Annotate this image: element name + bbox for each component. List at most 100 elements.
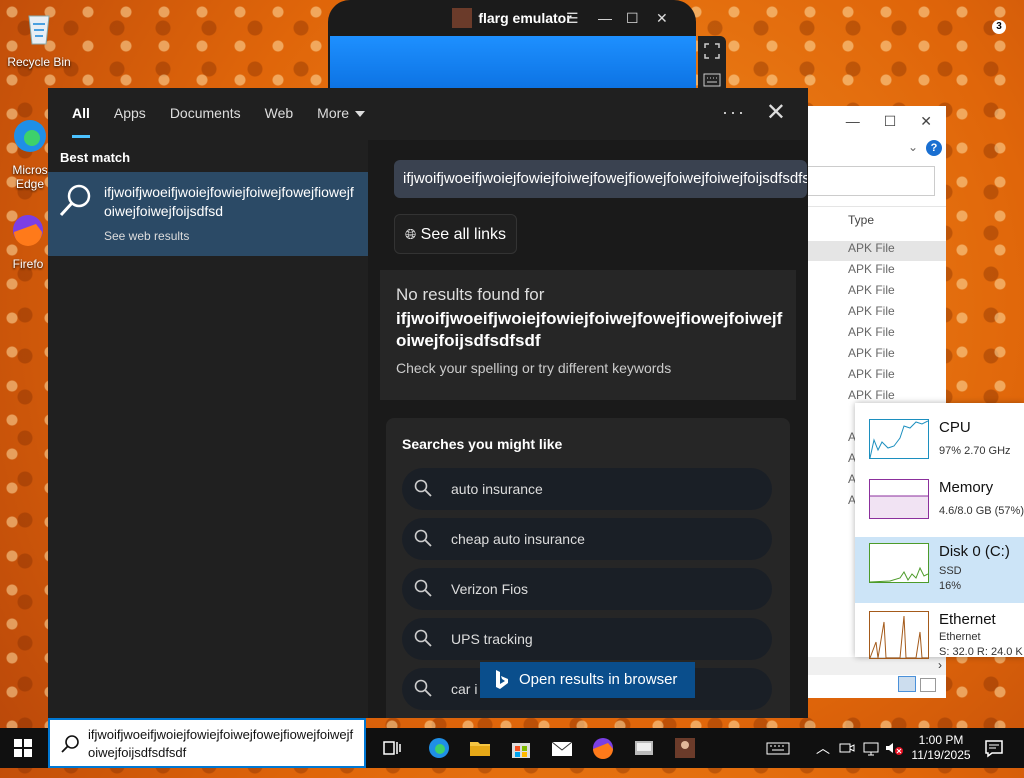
- system-clock[interactable]: 1:00 PM 11/19/2025: [906, 733, 976, 763]
- tiles-view-icon[interactable]: [920, 678, 937, 692]
- perf-detail: 4.6/8.0 GB (57%): [939, 505, 1024, 517]
- query-header: ifjwoifjwoeifjwoiejfowiejfoiwejfowejfiow…: [394, 160, 807, 198]
- firefox-icon[interactable]: [591, 736, 615, 760]
- search-icon: [61, 735, 79, 753]
- tab-web[interactable]: Web: [253, 88, 306, 138]
- search-panel: All Apps Documents Web More ··· ✕ Best m…: [48, 88, 808, 718]
- tab-apps[interactable]: Apps: [102, 88, 158, 138]
- suggestion-item[interactable]: cheap auto insurance: [402, 518, 772, 560]
- search-tabs: All Apps Documents Web More: [48, 88, 808, 138]
- emulator-window: flarg emulator ☰ — ☐ ✕: [328, 0, 696, 96]
- keyboard-icon[interactable]: [703, 72, 721, 88]
- file-explorer-icon[interactable]: [468, 736, 492, 760]
- preview-pane: ifjwoifjwoeifjwoiejfowiejfoiwejfowejfiow…: [368, 140, 808, 718]
- search-icon: [414, 529, 432, 547]
- keyboard-icon[interactable]: [766, 736, 790, 760]
- suggestion-label: cheap auto insurance: [451, 531, 585, 547]
- clock-date: 11/19/2025: [911, 748, 971, 762]
- details-view-icon[interactable]: [898, 676, 916, 692]
- search-icon: [414, 679, 432, 697]
- search-input[interactable]: ifjwoifjwoeifjwoiejfowiejfoiwejfowejfiow…: [88, 726, 360, 762]
- chevron-down-icon[interactable]: ⌄: [908, 140, 918, 154]
- memory-graph: [869, 479, 929, 519]
- suggestion-item[interactable]: auto insurance: [402, 468, 772, 510]
- menu-icon[interactable]: ☰: [566, 10, 579, 27]
- table-row[interactable]: APK File: [848, 283, 895, 297]
- perf-item-cpu[interactable]: CPU 97% 2.70 GHz: [855, 413, 1024, 479]
- volume-muted-icon[interactable]: [884, 736, 904, 760]
- help-icon[interactable]: ?: [926, 140, 942, 156]
- chevron-up-icon[interactable]: ︿: [816, 738, 830, 778]
- table-row[interactable]: APK File: [848, 367, 895, 381]
- open-results-in-browser-button[interactable]: Open results in browser: [480, 662, 695, 698]
- task-manager-performance: CPU 97% 2.70 GHz Memory 4.6/8.0 GB (57%)…: [855, 403, 1024, 659]
- column-header-type[interactable]: Type: [808, 206, 946, 233]
- best-match-item[interactable]: ifjwoifjwoeifjwoiejfowiejfoiwejfowejfiow…: [48, 172, 368, 256]
- task-view-icon[interactable]: [380, 736, 404, 760]
- close-icon[interactable]: ✕: [656, 10, 668, 27]
- close-icon[interactable]: ✕: [920, 113, 932, 130]
- close-icon[interactable]: ✕: [766, 98, 786, 127]
- taskbar-search-box[interactable]: ifjwoifjwoeifjwoiejfowiejfoiwejfowejfiow…: [48, 718, 366, 768]
- search-field[interactable]: [808, 166, 935, 196]
- desktop-icon-recycle-bin[interactable]: Recycle Bin: [0, 8, 78, 69]
- table-row[interactable]: APK File: [848, 325, 895, 339]
- suggestion-label: auto insurance: [451, 481, 543, 497]
- perf-name: Ethernet: [939, 611, 996, 628]
- disk-graph: [869, 543, 929, 583]
- perf-type: Ethernet: [939, 631, 981, 643]
- table-row[interactable]: APK File: [848, 241, 895, 255]
- more-options-icon[interactable]: ···: [722, 102, 746, 123]
- app-icon[interactable]: [632, 736, 656, 760]
- table-row[interactable]: APK File: [848, 346, 895, 360]
- search-icon: [59, 184, 91, 217]
- edge-icon[interactable]: [427, 736, 451, 760]
- suggestion-item[interactable]: UPS tracking: [402, 618, 772, 660]
- open-results-label: Open results in browser: [519, 671, 678, 688]
- mail-icon[interactable]: [550, 736, 574, 760]
- results-list: Best match ifjwoifjwoeifjwoiejfowiejfoiw…: [48, 140, 368, 718]
- maximize-icon[interactable]: ☐: [884, 113, 897, 130]
- suggestion-item[interactable]: Verizon Fios: [402, 568, 772, 610]
- no-results-hint: Check your spelling or try different key…: [396, 360, 672, 376]
- ethernet-graph: [869, 611, 929, 659]
- notifications-icon[interactable]: [984, 738, 1004, 758]
- suggestion-label: Verizon Fios: [451, 581, 529, 597]
- perf-item-disk[interactable]: Disk 0 (C:) SSD 16%: [855, 537, 1024, 603]
- explorer-titlebar: — ☐ ✕: [808, 106, 946, 136]
- emulator-title: flarg emulator: [478, 10, 572, 26]
- table-row[interactable]: APK File: [848, 388, 895, 402]
- view-toggle[interactable]: [898, 676, 938, 692]
- emulator-titlebar: flarg emulator: [328, 0, 696, 36]
- clock-time: 1:00 PM: [918, 733, 964, 747]
- perf-detail: S: 32.0 R: 24.0 K: [939, 646, 1023, 658]
- perf-item-ethernet[interactable]: Ethernet Ethernet S: 32.0 R: 24.0 K: [855, 605, 1024, 671]
- caret-down-icon: [355, 111, 366, 118]
- store-icon[interactable]: [509, 736, 533, 760]
- firefox-icon: [13, 215, 43, 246]
- tab-documents[interactable]: Documents: [158, 88, 253, 138]
- minimize-icon[interactable]: —: [598, 10, 612, 26]
- table-row[interactable]: APK File: [848, 262, 895, 276]
- perf-item-memory[interactable]: Memory 4.6/8.0 GB (57%): [855, 473, 1024, 539]
- meet-now-icon[interactable]: [838, 736, 856, 760]
- tab-more[interactable]: More: [305, 88, 377, 138]
- perf-detail: 97% 2.70 GHz: [939, 445, 1011, 457]
- suggestion-label: car i: [451, 681, 478, 697]
- perf-name: Memory: [939, 479, 994, 496]
- flarg-emulator-icon[interactable]: [673, 736, 697, 760]
- windows-start-icon[interactable]: [14, 739, 32, 757]
- see-all-links-button[interactable]: 🌐︎ See all links: [394, 214, 518, 254]
- recycle-bin-icon: [28, 15, 50, 45]
- minimize-icon[interactable]: —: [846, 113, 860, 129]
- tab-all[interactable]: All: [60, 88, 102, 138]
- maximize-icon[interactable]: ☐: [626, 10, 639, 27]
- fullscreen-icon[interactable]: [703, 42, 721, 60]
- emulator-screen[interactable]: [330, 36, 696, 96]
- no-results-query: ifjwoifjwoeifjwoiejfowiejfoiwejfowejfiow…: [396, 309, 783, 350]
- desktop-icon-label: Recycle Bin: [7, 55, 71, 69]
- best-match-title: ifjwoifjwoeifjwoiejfowiejfoiwejfowejfiow…: [104, 184, 354, 219]
- see-all-links-label: See all links: [420, 226, 507, 243]
- table-row[interactable]: APK File: [848, 304, 895, 318]
- network-icon[interactable]: [862, 736, 880, 760]
